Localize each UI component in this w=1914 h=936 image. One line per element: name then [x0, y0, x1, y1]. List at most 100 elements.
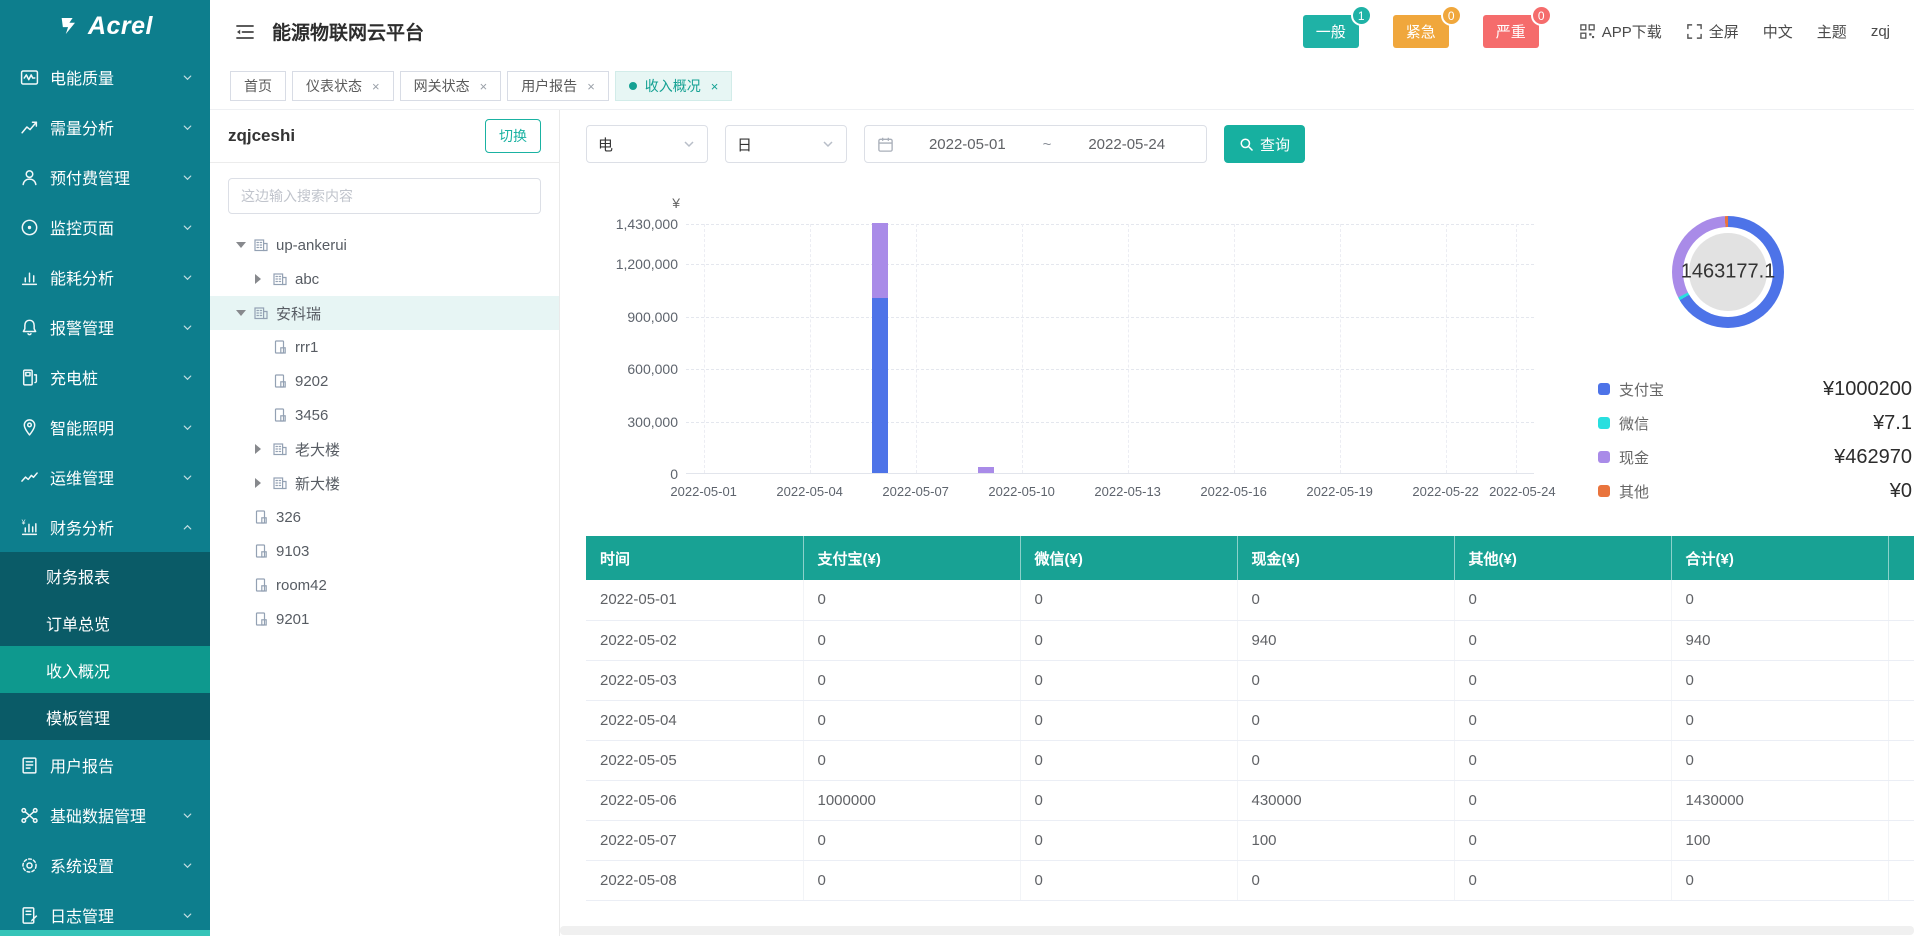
tab-label: 仪表状态: [306, 76, 362, 96]
sidebar-subitem-active[interactable]: 收入概况: [0, 646, 210, 693]
table-cell: 2022-05-01: [586, 580, 803, 620]
energy-type-select[interactable]: 电: [586, 125, 708, 163]
sidebar-item-label: 运维管理: [50, 465, 181, 489]
legend-row[interactable]: 支付宝¥1000200: [1598, 372, 1912, 406]
table-row[interactable]: 2022-05-061000000043000001430000: [586, 780, 1914, 820]
sidebar-item-power-quality[interactable]: 电能质量: [0, 52, 210, 102]
tab-close-icon[interactable]: ×: [480, 79, 488, 94]
table-row[interactable]: 2022-05-0500000: [586, 740, 1914, 780]
sidebar-item-prepaid[interactable]: 预付费管理: [0, 152, 210, 202]
language-switch[interactable]: 中文: [1763, 21, 1793, 42]
caret-down-icon[interactable]: [236, 310, 251, 316]
table-row[interactable]: 2022-05-0400000: [586, 700, 1914, 740]
x-axis-tick: 2022-05-19: [1306, 484, 1373, 499]
tree-search-input[interactable]: [228, 178, 541, 214]
sidebar-item-energy[interactable]: 能耗分析: [0, 252, 210, 302]
sidebar-subitem[interactable]: 模板管理: [0, 693, 210, 740]
tab[interactable]: 网关状态×: [400, 71, 502, 101]
v-gridline: [1234, 224, 1235, 473]
sidebar-item-finance[interactable]: ¥财务分析: [0, 502, 210, 552]
chevron-down-icon: [181, 171, 194, 184]
theme-switch[interactable]: 主题: [1817, 21, 1847, 42]
building-icon: [272, 441, 288, 457]
tab-active[interactable]: 收入概况×: [615, 71, 733, 101]
sidebar-item-report[interactable]: 用户报告: [0, 740, 210, 790]
table-cell: 0: [1454, 580, 1671, 620]
table-row[interactable]: 2022-05-0100000: [586, 580, 1914, 620]
caret-right-icon[interactable]: [255, 444, 270, 454]
legend-row[interactable]: 其他¥0: [1598, 474, 1912, 508]
table-row[interactable]: 2022-05-02009400940: [586, 620, 1914, 660]
tree-node[interactable]: 9103: [210, 534, 559, 568]
tab-close-icon[interactable]: ×: [711, 79, 719, 94]
app-download-label: APP下载: [1602, 21, 1662, 42]
building-icon: [272, 475, 288, 491]
donut-total-label: 1463177.1: [1681, 261, 1776, 284]
table-cell: 0: [1020, 820, 1237, 860]
app-download-link[interactable]: APP下载: [1579, 21, 1662, 42]
income-chart-area: ¥ 1463177.1 支付宝¥1000200微信¥7.1现金¥462970其他…: [586, 172, 1914, 510]
sidebar-item-base-data[interactable]: 基础数据管理: [0, 790, 210, 840]
tree-node[interactable]: 326: [210, 500, 559, 534]
table-row[interactable]: 2022-05-07001000100: [586, 820, 1914, 860]
tree-node[interactable]: 老大楼: [210, 432, 559, 466]
alarm-button[interactable]: 紧急0: [1393, 15, 1449, 48]
tab[interactable]: 用户报告×: [507, 71, 609, 101]
sidebar-subitem[interactable]: 订单总览: [0, 599, 210, 646]
tree-node-label: 安科瑞: [276, 303, 321, 324]
table-row[interactable]: 2022-05-0800000: [586, 860, 1914, 900]
bar-segment-支付宝: [872, 298, 888, 473]
meter-icon: [253, 543, 269, 559]
sidebar-item-charging[interactable]: 充电桩: [0, 352, 210, 402]
sidebar-subitem[interactable]: 财务报表: [0, 552, 210, 599]
legend-row[interactable]: 现金¥462970: [1598, 440, 1912, 474]
chevron-down-icon: [181, 221, 194, 234]
tree-node[interactable]: up-ankerui: [210, 228, 559, 262]
tab[interactable]: 仪表状态 ×: [292, 71, 394, 101]
sidebar-item-monitor[interactable]: 监控页面: [0, 202, 210, 252]
date-range-picker[interactable]: 2022-05-01 ~ 2022-05-24: [864, 125, 1207, 163]
menu-collapse-icon[interactable]: [234, 21, 256, 43]
query-button[interactable]: 查询: [1224, 125, 1305, 163]
ops-icon: [20, 468, 39, 487]
sidebar-item-demand-analysis[interactable]: 需量分析: [0, 102, 210, 152]
tab[interactable]: 首页: [230, 71, 286, 101]
bar-segment-现金: [872, 223, 888, 298]
app-root: Acrel 电能质量需量分析预付费管理监控页面能耗分析报警管理充电桩智能照明运维…: [0, 0, 1914, 936]
alarm-button[interactable]: 一般1: [1303, 15, 1359, 48]
sidebar-item-alarm[interactable]: 报警管理: [0, 302, 210, 352]
column-header: 支付宝(¥): [803, 536, 1020, 580]
tree-node[interactable]: rrr1: [210, 330, 559, 364]
fullscreen-link[interactable]: 全屏: [1686, 21, 1739, 42]
caret-right-icon[interactable]: [255, 274, 270, 284]
sidebar-nav: 电能质量需量分析预付费管理监控页面能耗分析报警管理充电桩智能照明运维管理 ¥财务分…: [0, 52, 210, 936]
tree-node[interactable]: 3456: [210, 398, 559, 432]
alarm-icon: [20, 318, 39, 337]
horizontal-scrollbar[interactable]: [560, 926, 1914, 935]
tab-close-icon[interactable]: ×: [587, 79, 595, 94]
tree-node[interactable]: abc: [210, 262, 559, 296]
sidebar-item-settings[interactable]: 系统设置: [0, 840, 210, 890]
tab-close-icon[interactable]: ×: [372, 79, 380, 94]
energy-icon: [20, 268, 39, 287]
caret-down-icon[interactable]: [236, 242, 251, 248]
legend-row[interactable]: 微信¥7.1: [1598, 406, 1912, 440]
table-cell: 2022-05-08: [586, 860, 803, 900]
table-cell-overflow: [1888, 820, 1914, 860]
tree-node[interactable]: room42: [210, 568, 559, 602]
switch-button[interactable]: 切换: [485, 119, 541, 153]
tree-node[interactable]: 新大楼: [210, 466, 559, 500]
tree-node[interactable]: 9202: [210, 364, 559, 398]
tree-node[interactable]: 9201: [210, 602, 559, 636]
sidebar-item-lighting[interactable]: 智能照明: [0, 402, 210, 452]
sidebar-scrollbar[interactable]: [0, 930, 210, 936]
alarm-button[interactable]: 严重0: [1483, 15, 1539, 48]
table-cell: 0: [1237, 580, 1454, 620]
table-row[interactable]: 2022-05-0300000: [586, 660, 1914, 700]
tree-node[interactable]: 安科瑞: [210, 296, 559, 330]
column-header: 其他(¥): [1454, 536, 1671, 580]
caret-right-icon[interactable]: [255, 478, 270, 488]
granularity-select[interactable]: 日: [725, 125, 847, 163]
sidebar-item-ops[interactable]: 运维管理: [0, 452, 210, 502]
user-menu[interactable]: zqj: [1871, 23, 1890, 40]
